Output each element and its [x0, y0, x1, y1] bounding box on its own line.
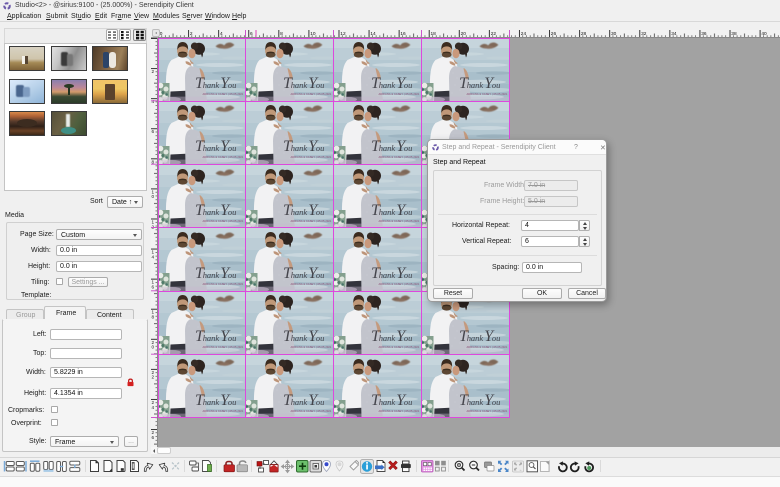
svg-text:6: 6: [152, 435, 155, 440]
svg-text:4: 4: [220, 31, 223, 37]
svg-text:8: 8: [280, 31, 283, 37]
svg-text:28: 28: [581, 31, 587, 37]
svg-text:2: 2: [190, 31, 193, 37]
svg-text:4: 4: [152, 405, 155, 410]
svg-text:18: 18: [431, 31, 437, 37]
svg-text:16: 16: [400, 31, 406, 37]
svg-text:8: 8: [152, 159, 155, 164]
svg-text:14: 14: [370, 31, 376, 37]
svg-text:6: 6: [250, 31, 253, 37]
svg-text:34: 34: [671, 31, 677, 37]
svg-text:26: 26: [551, 31, 557, 37]
svg-text:0: 0: [152, 345, 155, 350]
svg-text:30: 30: [611, 31, 617, 37]
svg-text:40: 40: [761, 31, 767, 37]
svg-text:10: 10: [310, 31, 316, 37]
svg-text:6: 6: [152, 284, 155, 289]
svg-text:12: 12: [340, 31, 346, 37]
svg-text:2: 2: [152, 224, 155, 229]
svg-text:22: 22: [491, 31, 497, 37]
svg-text:8: 8: [152, 315, 155, 320]
svg-text:2: 2: [152, 69, 155, 74]
svg-text:38: 38: [731, 31, 737, 37]
svg-text:0: 0: [152, 194, 155, 199]
svg-text:6: 6: [152, 129, 155, 134]
svg-text:0: 0: [160, 31, 163, 37]
svg-text:24: 24: [521, 31, 527, 37]
svg-text:4: 4: [152, 254, 155, 259]
svg-text:36: 36: [701, 31, 707, 37]
svg-text:32: 32: [641, 31, 647, 37]
svg-text:20: 20: [461, 31, 467, 37]
svg-text:2: 2: [152, 375, 155, 380]
svg-text:4: 4: [152, 99, 155, 104]
